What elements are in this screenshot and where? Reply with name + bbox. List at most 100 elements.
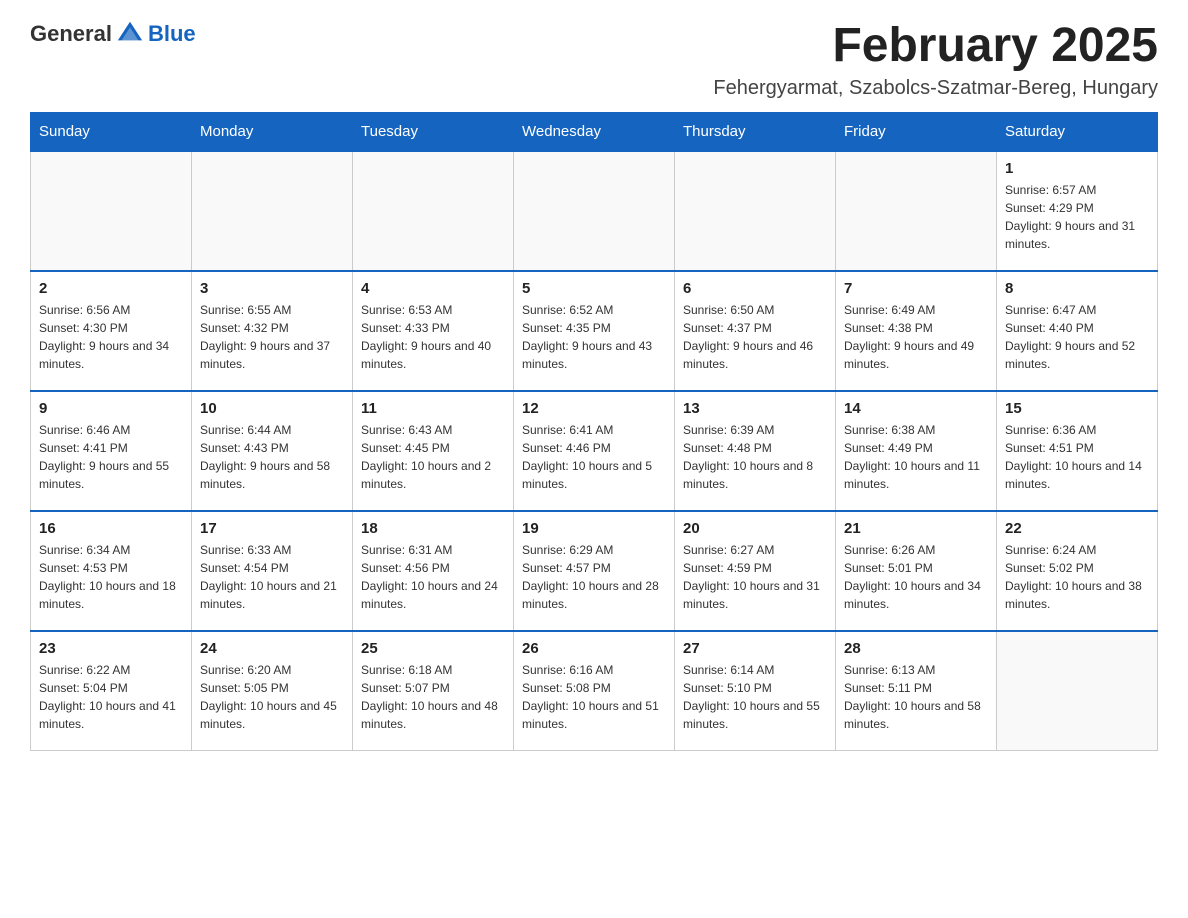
day-number: 9: [39, 400, 183, 417]
day-number: 5: [522, 280, 666, 297]
day-info: Sunrise: 6:33 AMSunset: 4:54 PMDaylight:…: [200, 541, 344, 613]
day-number: 12: [522, 400, 666, 417]
title-block: February 2025 Fehergyarmat, Szabolcs-Sza…: [713, 20, 1158, 100]
calendar-cell: 23 Sunrise: 6:22 AMSunset: 5:04 PMDayligh…: [31, 631, 192, 751]
day-number: 4: [361, 280, 505, 297]
calendar-cell: 8 Sunrise: 6:47 AMSunset: 4:40 PMDaylight…: [997, 271, 1158, 391]
calendar-cell: 13Sunrise: 6:39 AMSunset: 4:48 PMDayligh…: [675, 391, 836, 511]
day-number: 22: [1005, 520, 1149, 537]
logo-text-general: General: [30, 21, 112, 47]
calendar-cell: 4 Sunrise: 6:53 AMSunset: 4:33 PMDaylight…: [353, 271, 514, 391]
page-header: General Blue February 2025 Fehergyarmat,…: [30, 20, 1158, 100]
day-info: Sunrise: 6:29 AMSunset: 4:57 PMDaylight:…: [522, 541, 666, 613]
day-number: 25: [361, 640, 505, 657]
calendar-cell: 3 Sunrise: 6:55 AMSunset: 4:32 PMDaylight…: [192, 271, 353, 391]
day-info: Sunrise: 6:20 AMSunset: 5:05 PMDaylight:…: [200, 661, 344, 733]
weekday-header-monday: Monday: [192, 112, 353, 151]
day-info: Sunrise: 6:44 AMSunset: 4:43 PMDaylight:…: [200, 421, 344, 493]
weekday-header-row: SundayMondayTuesdayWednesdayThursdayFrid…: [31, 112, 1158, 151]
day-number: 8: [1005, 280, 1149, 297]
logo: General Blue: [30, 20, 196, 48]
day-info: Sunrise: 6:13 AMSunset: 5:11 PMDaylight:…: [844, 661, 988, 733]
day-info: Sunrise: 6:56 AMSunset: 4:30 PMDaylight:…: [39, 301, 183, 373]
day-info: Sunrise: 6:57 AMSunset: 4:29 PMDaylight:…: [1005, 181, 1149, 253]
day-number: 21: [844, 520, 988, 537]
calendar-cell: 18 Sunrise: 6:31 AMSunset: 4:56 PMDayligh…: [353, 511, 514, 631]
day-info: Sunrise: 6:46 AMSunset: 4:41 PMDaylight:…: [39, 421, 183, 493]
calendar-cell: 24 Sunrise: 6:20 AMSunset: 5:05 PMDayligh…: [192, 631, 353, 751]
calendar-cell: 25Sunrise: 6:18 AMSunset: 5:07 PMDayligh…: [353, 631, 514, 751]
day-info: Sunrise: 6:55 AMSunset: 4:32 PMDaylight:…: [200, 301, 344, 373]
day-info: Sunrise: 6:53 AMSunset: 4:33 PMDaylight:…: [361, 301, 505, 373]
day-number: 19: [522, 520, 666, 537]
calendar-cell: [836, 151, 997, 271]
day-number: 3: [200, 280, 344, 297]
day-info: Sunrise: 6:26 AMSunset: 5:01 PMDaylight:…: [844, 541, 988, 613]
calendar-cell: 20 Sunrise: 6:27 AMSunset: 4:59 PMDayligh…: [675, 511, 836, 631]
day-info: Sunrise: 6:27 AMSunset: 4:59 PMDaylight:…: [683, 541, 827, 613]
day-number: 27: [683, 640, 827, 657]
day-number: 2: [39, 280, 183, 297]
calendar-cell: 21 Sunrise: 6:26 AMSunset: 5:01 PMDayligh…: [836, 511, 997, 631]
day-info: Sunrise: 6:22 AMSunset: 5:04 PMDaylight:…: [39, 661, 183, 733]
calendar-row-0: 1 Sunrise: 6:57 AMSunset: 4:29 PMDaylight…: [31, 151, 1158, 271]
day-info: Sunrise: 6:52 AMSunset: 4:35 PMDaylight:…: [522, 301, 666, 373]
calendar-cell: 19 Sunrise: 6:29 AMSunset: 4:57 PMDayligh…: [514, 511, 675, 631]
weekday-header-sunday: Sunday: [31, 112, 192, 151]
day-info: Sunrise: 6:49 AMSunset: 4:38 PMDaylight:…: [844, 301, 988, 373]
day-number: 7: [844, 280, 988, 297]
month-title: February 2025: [713, 20, 1158, 73]
calendar-cell: 11 Sunrise: 6:43 AMSunset: 4:45 PMDayligh…: [353, 391, 514, 511]
day-number: 23: [39, 640, 183, 657]
calendar-cell: 14 Sunrise: 6:38 AMSunset: 4:49 PMDayligh…: [836, 391, 997, 511]
day-number: 20: [683, 520, 827, 537]
calendar-row-4: 23 Sunrise: 6:22 AMSunset: 5:04 PMDayligh…: [31, 631, 1158, 751]
day-number: 11: [361, 400, 505, 417]
weekday-header-wednesday: Wednesday: [514, 112, 675, 151]
day-number: 18: [361, 520, 505, 537]
calendar-cell: [31, 151, 192, 271]
calendar-cell: 27 Sunrise: 6:14 AMSunset: 5:10 PMDayligh…: [675, 631, 836, 751]
weekday-header-saturday: Saturday: [997, 112, 1158, 151]
calendar-row-1: 2 Sunrise: 6:56 AMSunset: 4:30 PMDaylight…: [31, 271, 1158, 391]
day-info: Sunrise: 6:41 AMSunset: 4:46 PMDaylight:…: [522, 421, 666, 493]
location-title: Fehergyarmat, Szabolcs-Szatmar-Bereg, Hu…: [713, 77, 1158, 100]
day-number: 1: [1005, 160, 1149, 177]
calendar-cell: 9 Sunrise: 6:46 AMSunset: 4:41 PMDaylight…: [31, 391, 192, 511]
calendar-table: SundayMondayTuesdayWednesdayThursdayFrid…: [30, 112, 1158, 752]
day-info: Sunrise: 6:14 AMSunset: 5:10 PMDaylight:…: [683, 661, 827, 733]
day-number: 24: [200, 640, 344, 657]
day-info: Sunrise: 6:47 AMSunset: 4:40 PMDaylight:…: [1005, 301, 1149, 373]
day-number: 16: [39, 520, 183, 537]
day-info: Sunrise: 6:39 AMSunset: 4:48 PMDaylight:…: [683, 421, 827, 493]
calendar-cell: 5 Sunrise: 6:52 AMSunset: 4:35 PMDaylight…: [514, 271, 675, 391]
calendar-row-2: 9 Sunrise: 6:46 AMSunset: 4:41 PMDaylight…: [31, 391, 1158, 511]
day-number: 14: [844, 400, 988, 417]
calendar-cell: [192, 151, 353, 271]
day-info: Sunrise: 6:38 AMSunset: 4:49 PMDaylight:…: [844, 421, 988, 493]
day-number: 6: [683, 280, 827, 297]
calendar-cell: 17Sunrise: 6:33 AMSunset: 4:54 PMDayligh…: [192, 511, 353, 631]
day-info: Sunrise: 6:31 AMSunset: 4:56 PMDaylight:…: [361, 541, 505, 613]
day-info: Sunrise: 6:24 AMSunset: 5:02 PMDaylight:…: [1005, 541, 1149, 613]
weekday-header-thursday: Thursday: [675, 112, 836, 151]
day-info: Sunrise: 6:50 AMSunset: 4:37 PMDaylight:…: [683, 301, 827, 373]
day-number: 26: [522, 640, 666, 657]
calendar-cell: 12 Sunrise: 6:41 AMSunset: 4:46 PMDayligh…: [514, 391, 675, 511]
day-info: Sunrise: 6:43 AMSunset: 4:45 PMDaylight:…: [361, 421, 505, 493]
calendar-cell: 1 Sunrise: 6:57 AMSunset: 4:29 PMDaylight…: [997, 151, 1158, 271]
logo-icon: [116, 18, 144, 46]
calendar-cell: 10Sunrise: 6:44 AMSunset: 4:43 PMDayligh…: [192, 391, 353, 511]
calendar-cell: 7 Sunrise: 6:49 AMSunset: 4:38 PMDaylight…: [836, 271, 997, 391]
calendar-cell: [353, 151, 514, 271]
weekday-header-friday: Friday: [836, 112, 997, 151]
weekday-header-tuesday: Tuesday: [353, 112, 514, 151]
calendar-cell: 6 Sunrise: 6:50 AMSunset: 4:37 PMDaylight…: [675, 271, 836, 391]
day-number: 28: [844, 640, 988, 657]
calendar-cell: 2 Sunrise: 6:56 AMSunset: 4:30 PMDaylight…: [31, 271, 192, 391]
day-info: Sunrise: 6:36 AMSunset: 4:51 PMDaylight:…: [1005, 421, 1149, 493]
logo-text-blue: Blue: [148, 21, 196, 47]
calendar-cell: 15 Sunrise: 6:36 AMSunset: 4:51 PMDayligh…: [997, 391, 1158, 511]
day-number: 15: [1005, 400, 1149, 417]
calendar-cell: [997, 631, 1158, 751]
